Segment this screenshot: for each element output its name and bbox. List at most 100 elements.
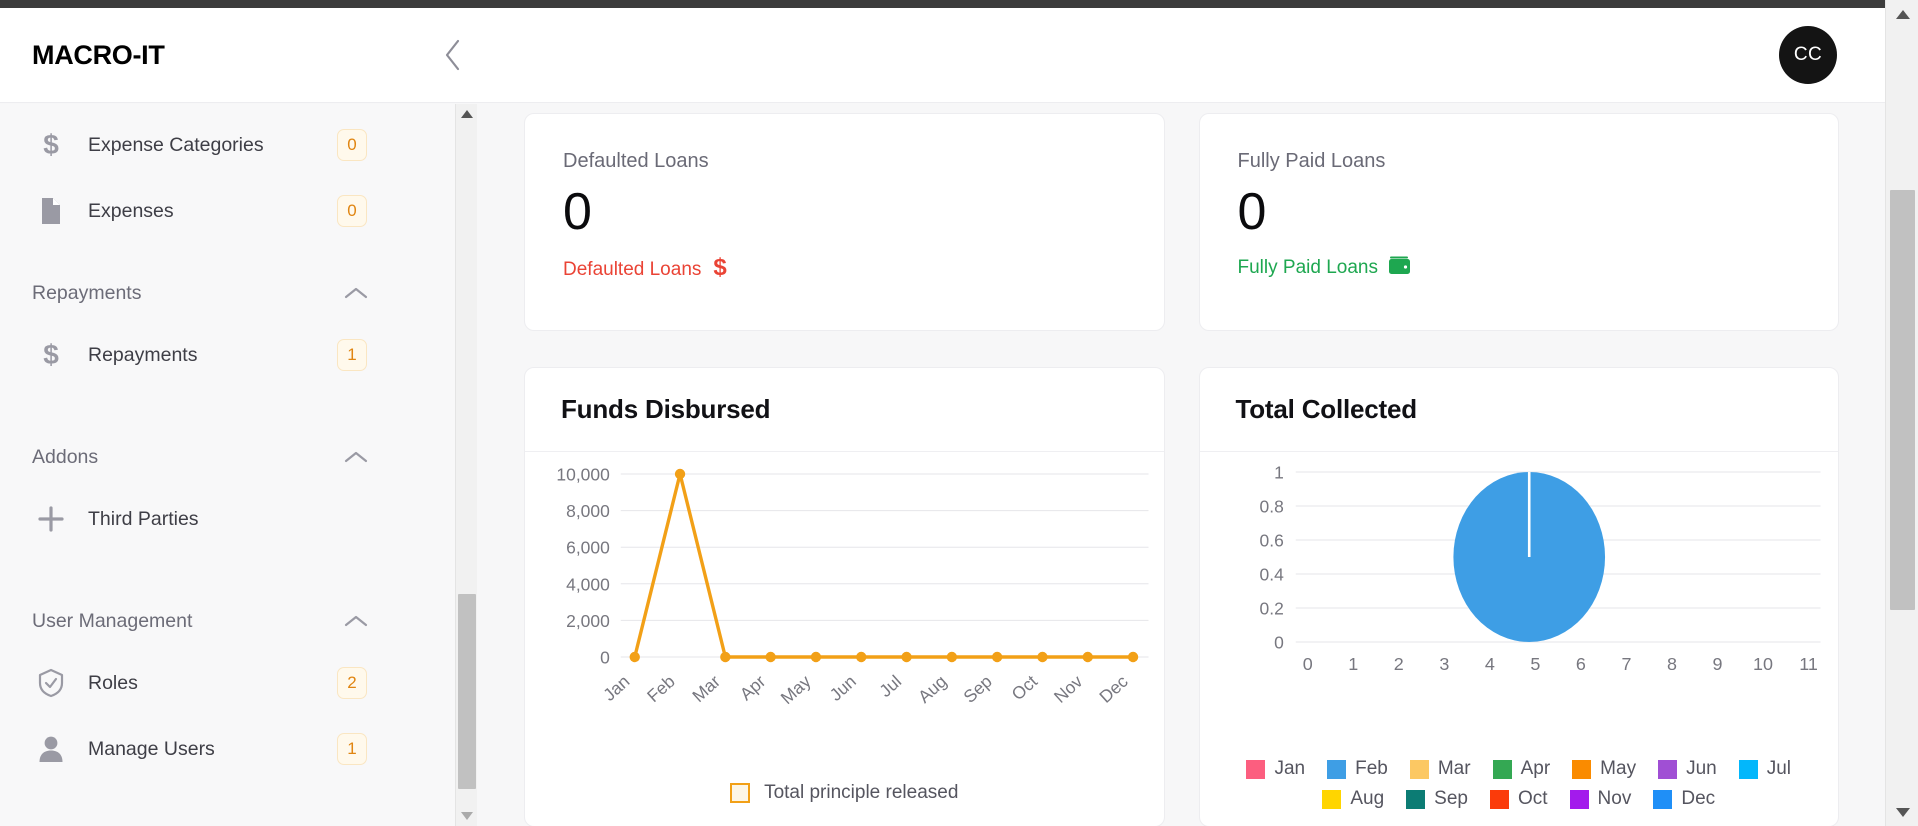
sidebar-group-repayments[interactable]: Repayments xyxy=(0,264,455,322)
x-axis-tick-label: Jan xyxy=(599,671,633,705)
legend-swatch xyxy=(1327,759,1347,779)
legend-swatch xyxy=(1653,789,1673,809)
avatar[interactable]: CC xyxy=(1779,26,1837,84)
page-scrollbar-thumb[interactable] xyxy=(1890,190,1915,610)
legend-swatch xyxy=(1569,789,1589,809)
data-point xyxy=(946,651,958,663)
stat-card-fully-paid-loans: Fully Paid Loans 0 Fully Paid Loans xyxy=(1198,113,1839,331)
sidebar-badge: 0 xyxy=(337,129,367,161)
scroll-down-arrow-icon[interactable] xyxy=(456,806,478,826)
x-axis-tick-label: 0 xyxy=(1302,654,1312,674)
legend-item[interactable]: Jan xyxy=(1246,758,1305,780)
x-axis-tick-label: 5 xyxy=(1530,654,1540,674)
sidebar-item-repayments[interactable]: $ Repayments 1 xyxy=(0,322,455,388)
chart-plot-area: 0 0.2 0.4 0.6 0.8 1 0 1 2 3 4 5 6 7 8 9 10 11 Jan Feb Mar Ap… xyxy=(1200,452,1839,826)
legend-label: Total principle released xyxy=(764,782,959,803)
stat-card-footer: Defaulted Loans $ xyxy=(563,254,1126,286)
x-axis-tick-label: Feb xyxy=(643,671,679,706)
legend-swatch xyxy=(1322,789,1342,809)
legend-label: Jul xyxy=(1766,758,1792,779)
sidebar-item-expense-categories[interactable]: $ Expense Categories 0 xyxy=(0,112,455,178)
sidebar-item-third-parties[interactable]: Third Parties xyxy=(0,486,455,552)
charts-row: Funds Disbursed 0 2,000 4,000 6,000 8,000 10,… xyxy=(478,331,1885,826)
y-axis-tick-label: 0 xyxy=(1274,632,1284,652)
x-axis-tick-label: Mar xyxy=(688,671,724,706)
x-axis-tick-label: 8 xyxy=(1666,654,1676,674)
legend-item[interactable]: Dec xyxy=(1653,788,1715,810)
data-point xyxy=(901,651,912,663)
legend-label: Apr xyxy=(1520,758,1551,779)
y-axis-tick-label: 0 xyxy=(600,647,610,667)
stat-card-footer-label: Defaulted Loans xyxy=(563,258,702,280)
legend-item[interactable]: Aug xyxy=(1322,788,1384,810)
legend-item[interactable]: May xyxy=(1572,758,1636,780)
data-point xyxy=(720,651,731,663)
scroll-up-arrow-icon[interactable] xyxy=(456,104,478,124)
data-point xyxy=(1082,651,1093,663)
chevron-left-icon xyxy=(445,39,459,71)
document-icon xyxy=(32,192,70,230)
legend-swatch xyxy=(1738,759,1758,779)
total-collected-pie-chart[interactable]: 00.20.40.60.810 1 2 3 4 5 6 7 8 9 10 11 xyxy=(1200,452,1839,707)
stat-card-defaulted-loans: Defaulted Loans 0 Defaulted Loans $ xyxy=(524,113,1165,331)
x-axis-tick-label: Aug xyxy=(914,671,950,707)
sidebar-group-addons[interactable]: Addons xyxy=(0,428,455,486)
stat-card-footer-label: Fully Paid Loans xyxy=(1237,256,1378,278)
x-axis-tick-label: Sep xyxy=(959,671,995,707)
legend-item[interactable]: Apr xyxy=(1492,758,1551,780)
legend-label: Dec xyxy=(1681,788,1716,809)
legend-label: Sep xyxy=(1434,788,1468,809)
legend-label: Aug xyxy=(1350,788,1385,809)
main-content: Defaulted Loans 0 Defaulted Loans $ Full… xyxy=(478,104,1885,826)
legend-item[interactable]: Nov xyxy=(1569,788,1631,810)
legend-item[interactable]: Oct xyxy=(1489,788,1548,810)
x-axis-tick-label: 3 xyxy=(1439,654,1449,674)
sidebar-item-label: Roles xyxy=(88,671,138,694)
dollar-icon: $ xyxy=(711,254,729,286)
data-point xyxy=(991,651,1003,663)
plus-icon xyxy=(32,500,70,538)
app-brand-title: MACRO-IT xyxy=(32,39,165,70)
user-icon xyxy=(32,730,70,768)
sidebar-scrollbar-thumb[interactable] xyxy=(458,594,476,789)
wallet-icon xyxy=(1388,254,1412,282)
legend-item[interactable]: Jul xyxy=(1738,758,1792,780)
sidebar-item-roles[interactable]: Roles 2 xyxy=(0,650,455,716)
legend-label: Oct xyxy=(1517,788,1548,809)
svg-text:$: $ xyxy=(43,340,59,370)
sidebar-item-manage-users[interactable]: Manage Users 1 xyxy=(0,716,455,782)
stat-card-value: 0 xyxy=(1237,183,1267,241)
stat-card-title: Fully Paid Loans xyxy=(1237,150,1386,172)
x-axis-tick-label: Jul xyxy=(875,671,905,701)
chart-legend[interactable]: Jan Feb Mar Apr May Jun Jul Aug Sep Oct Nov Dec xyxy=(1200,758,1839,810)
sidebar-group-user-management[interactable]: User Management xyxy=(0,592,455,650)
legend-swatch xyxy=(1492,759,1512,779)
sidebar-scrollbar[interactable] xyxy=(455,104,477,826)
funds-disbursed-line-chart[interactable]: 0 2,000 4,000 6,000 8,000 10,000 Jan Feb Mar Apr M… xyxy=(525,452,1164,742)
x-axis-tick-label: May xyxy=(777,671,815,708)
sidebar-item-expenses[interactable]: Expenses 0 xyxy=(0,178,455,244)
legend-item[interactable]: Jun xyxy=(1658,758,1717,780)
sidebar-item-label: Expense Categories xyxy=(88,133,264,156)
chevron-up-icon xyxy=(343,613,369,629)
legend-item[interactable]: Mar xyxy=(1409,758,1471,780)
page-scrollbar[interactable] xyxy=(1885,0,1918,826)
sidebar-badge: 1 xyxy=(337,339,367,371)
data-point xyxy=(1037,651,1048,663)
legend-item[interactable]: Sep xyxy=(1406,788,1468,810)
data-point xyxy=(629,651,640,663)
chart-legend[interactable]: Total principle released xyxy=(525,782,1164,804)
legend-item[interactable]: Feb xyxy=(1327,758,1388,780)
sidebar-badge: 2 xyxy=(337,667,367,699)
scroll-up-arrow-icon[interactable] xyxy=(1886,0,1918,28)
scroll-down-arrow-icon[interactable] xyxy=(1886,798,1918,826)
chart-card-funds-disbursed: Funds Disbursed 0 2,000 4,000 6,000 8,000 10,… xyxy=(524,367,1165,826)
x-axis-tick-label: Nov xyxy=(1050,671,1087,707)
sidebar-item-label: Repayments xyxy=(88,343,198,366)
data-point xyxy=(1127,651,1139,663)
sidebar: $ Expense Categories 0 Expenses 0 Repaym… xyxy=(0,104,460,826)
x-axis-tick-label: 1 xyxy=(1348,654,1358,674)
x-axis-tick-label: Jun xyxy=(826,671,860,705)
sidebar-collapse-button[interactable] xyxy=(435,37,471,73)
